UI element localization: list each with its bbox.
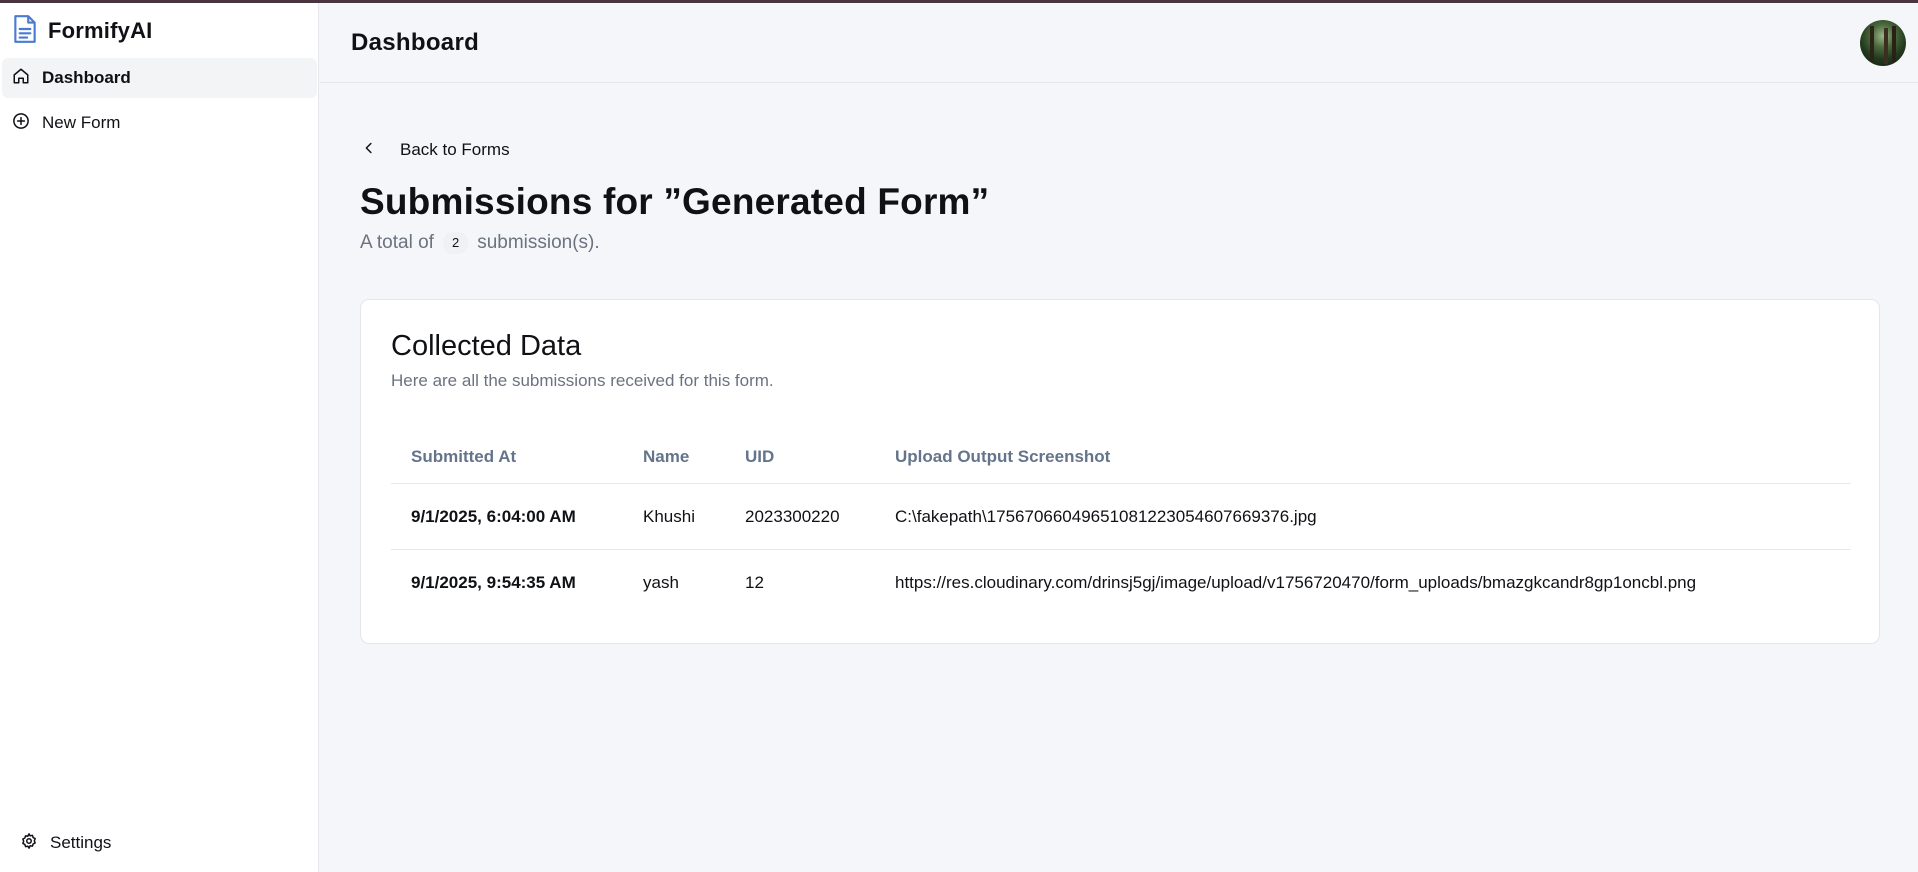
submission-summary: A total of 2 submission(s). [360,232,600,254]
cell-uid: 12 [745,573,764,592]
brand[interactable]: FormifyAI [12,14,153,49]
sidebar-item-dashboard[interactable]: Dashboard [2,58,317,98]
cell-name: Khushi [643,506,695,526]
document-icon [12,14,38,49]
cell-upload: https://res.cloudinary.com/drinsj5gj/ima… [895,573,1697,592]
home-icon [12,67,42,90]
sidebar-item-label: Dashboard [42,68,131,87]
column-header-upload[interactable]: Upload Output Screenshot [895,430,1110,483]
collected-data-card: Collected Data Here are all the submissi… [360,299,1880,644]
chevron-left-icon [360,139,400,162]
sidebar-item-settings[interactable]: Settings [10,823,210,863]
header-title: Dashboard [351,29,480,56]
card-title: Collected Data [391,330,582,362]
summary-suffix: submission(s). [477,232,600,253]
column-header-uid[interactable]: UID [745,430,774,483]
table-row[interactable]: 9/1/2025, 6:04:00 AM Khushi 2023300220 C… [391,484,1851,550]
column-header-name[interactable]: Name [643,430,689,483]
column-header-submitted-at[interactable]: Submitted At [411,430,516,483]
sidebar-item-new-form[interactable]: New Form [2,103,317,143]
back-label: Back to Forms [400,140,510,159]
table-row[interactable]: 9/1/2025, 9:54:35 AM yash 12 https://res… [391,550,1851,616]
table-header-row: Submitted At Name UID Upload Output Scre… [391,430,1851,484]
summary-prefix: A total of [360,232,434,253]
submissions-table: Submitted At Name UID Upload Output Scre… [391,430,1851,616]
cell-submitted-at: 9/1/2025, 9:54:35 AM [411,573,576,592]
card-description: Here are all the submissions received fo… [391,371,774,390]
gear-icon [20,832,50,855]
back-to-forms-link[interactable]: Back to Forms [360,137,510,163]
sidebar-item-label: Settings [50,833,112,852]
user-avatar[interactable] [1860,20,1906,66]
submission-count-badge: 2 [442,232,469,254]
brand-name: FormifyAI [48,18,153,43]
cell-submitted-at: 9/1/2025, 6:04:00 AM [411,506,576,526]
top-header: Dashboard [320,3,1918,83]
sidebar-item-label: New Form [42,113,121,132]
cell-name: yash [643,573,679,592]
sidebar: FormifyAI Dashboard New Form Settings [0,3,319,872]
cell-upload: C:\fakepath\1756706604965108122305460766… [895,506,1317,526]
page-title: Submissions for ”Generated Form” [360,181,990,222]
plus-circle-icon [12,112,42,135]
cell-uid: 2023300220 [745,506,840,526]
